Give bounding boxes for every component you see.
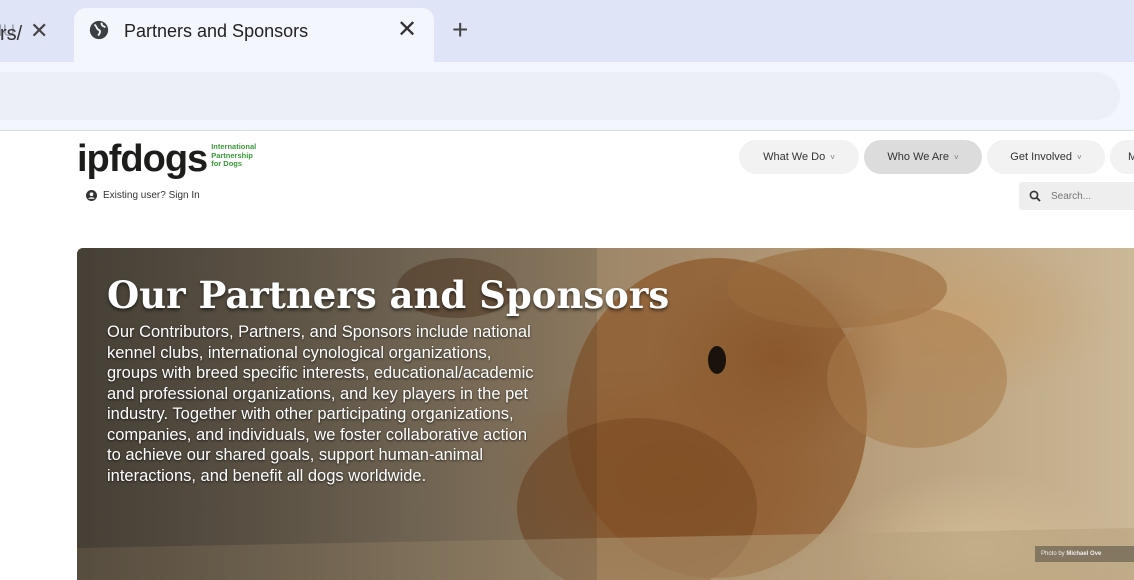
tab-previous-close-icon[interactable]: ✕	[30, 17, 48, 45]
nav-who-we-are[interactable]: Who We Are ˅	[864, 140, 982, 174]
hero-description: Our Contributors, Partners, and Sponsors…	[107, 323, 534, 485]
page-title: Our Partners and Sponsors	[107, 273, 670, 317]
nav-label: M	[1128, 151, 1134, 163]
photo-credit-name: Michael Ove	[1066, 551, 1102, 557]
url-text[interactable]: rs/	[0, 22, 22, 46]
logo-wordmark: ipfdogs	[77, 138, 208, 180]
nav-get-involved[interactable]: Get Involved ˅	[987, 140, 1105, 174]
logo-tagline: International Partnership for Dogs	[211, 142, 256, 169]
browser-tab-bar: IU ✕ Partners and Sponsors ✕ +	[0, 0, 1134, 62]
nav-what-we-do[interactable]: What We Do ˅	[739, 140, 859, 174]
photo-credit-prefix: Photo by	[1041, 551, 1065, 557]
nav-more[interactable]: M	[1110, 140, 1134, 174]
tab-active[interactable]: Partners and Sponsors ✕	[74, 8, 434, 62]
user-icon	[86, 190, 97, 201]
site-logo[interactable]: ipfdogs International Partnership for Do…	[77, 140, 256, 178]
tab-active-title: Partners and Sponsors	[124, 21, 309, 41]
address-bar	[0, 62, 1134, 130]
main-nav: What We Do ˅ Who We Are ˅ Get Involved ˅…	[739, 140, 1134, 174]
hero-banner: Our Partners and Sponsors Our Contributo…	[77, 248, 1134, 580]
tab-close-icon[interactable]: ✕	[397, 16, 417, 44]
nav-label: What We Do	[763, 151, 826, 163]
chevron-down-icon: ˅	[1077, 152, 1082, 162]
chrome-divider	[0, 130, 1134, 131]
globe-icon	[89, 20, 109, 40]
photo-credit[interactable]: Photo by Michael Ove	[1035, 546, 1134, 562]
url-field[interactable]	[0, 72, 1120, 120]
search-box[interactable]	[1019, 182, 1134, 210]
signin-link[interactable]: Existing user? Sign In	[86, 190, 200, 201]
signin-label: Existing user? Sign In	[103, 190, 200, 201]
search-input[interactable]	[1049, 189, 1134, 203]
logo-tagline-line: for Dogs	[211, 159, 243, 168]
chevron-down-icon: ˅	[830, 152, 835, 162]
new-tab-button[interactable]: +	[452, 14, 468, 46]
chevron-down-icon: ˅	[953, 152, 959, 162]
nav-label: Get Involved	[1010, 151, 1073, 163]
nav-label: Who We Are	[887, 151, 949, 163]
search-icon	[1029, 190, 1041, 202]
